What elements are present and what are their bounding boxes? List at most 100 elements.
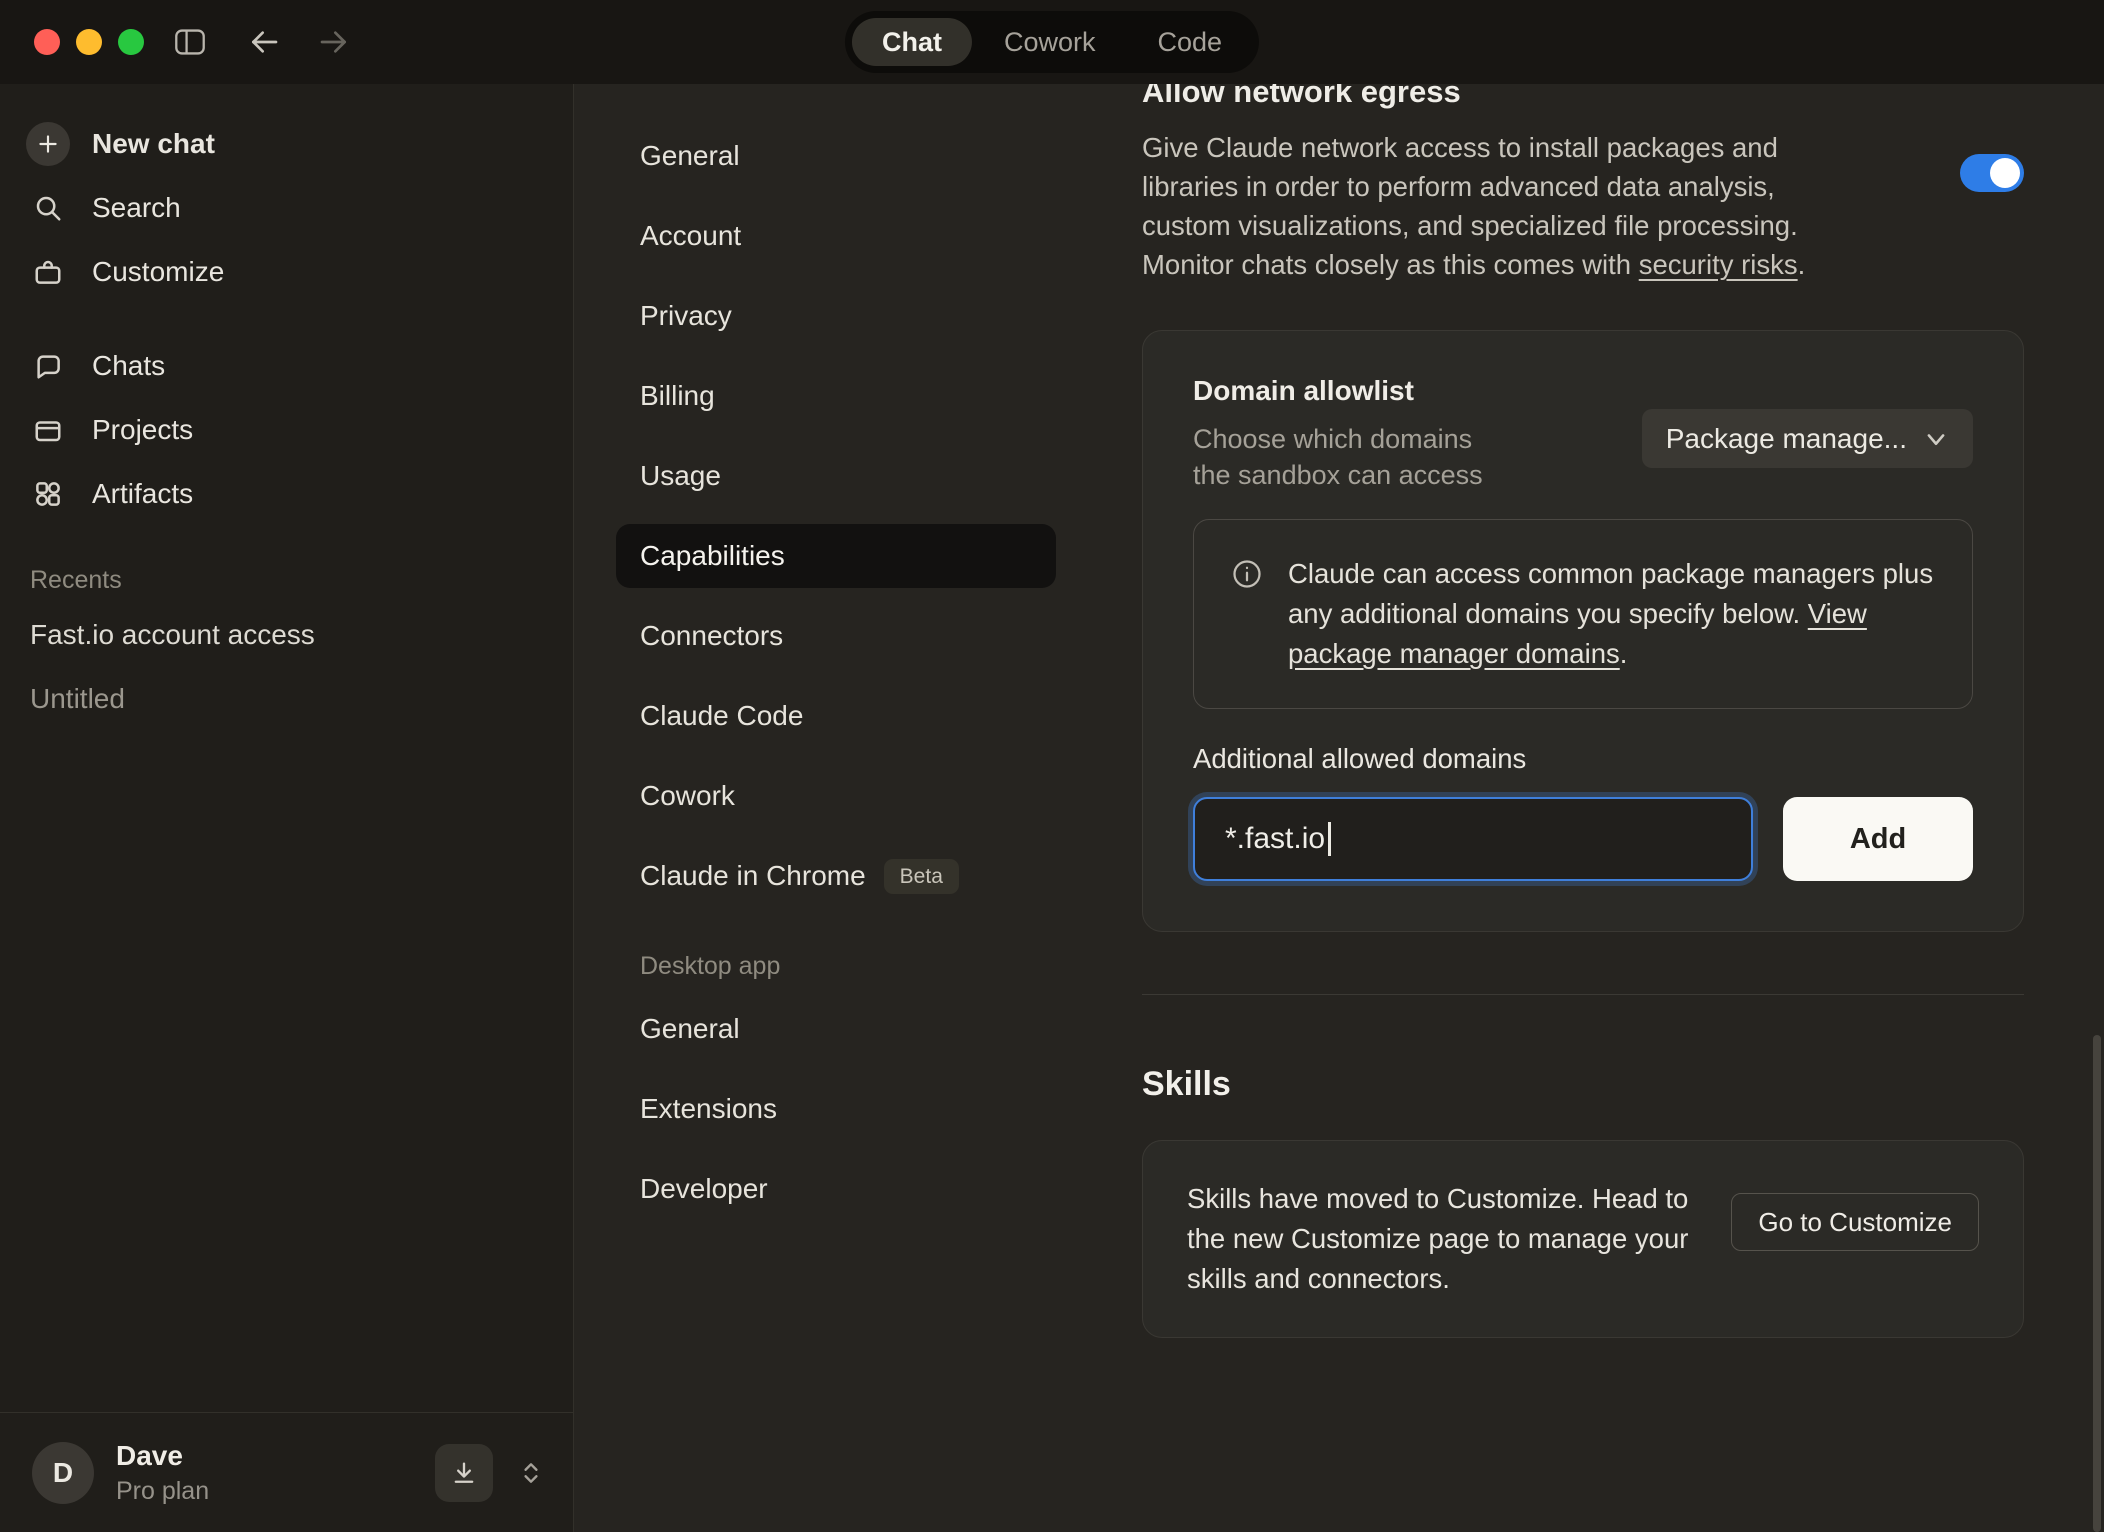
- account-name: Dave: [116, 1440, 209, 1472]
- sidebar-item-label: New chat: [92, 128, 215, 160]
- settings-nav-label: Claude Code: [640, 700, 803, 732]
- tab-cowork[interactable]: Cowork: [974, 18, 1126, 66]
- zoom-window-button[interactable]: [118, 29, 144, 55]
- settings-nav-label: Cowork: [640, 780, 735, 812]
- domain-allowlist-card: Domain allowlist Choose which domains th…: [1142, 330, 2024, 932]
- recent-chat-item[interactable]: Fast.io account access: [0, 603, 573, 667]
- settings-nav-capabilities[interactable]: Capabilities: [616, 524, 1056, 588]
- allowlist-preset-dropdown[interactable]: Package manage...: [1642, 409, 1973, 468]
- sidebar-item-search[interactable]: Search: [0, 176, 573, 240]
- account-footer[interactable]: D Dave Pro plan: [0, 1412, 573, 1532]
- egress-setting-row: Give Claude network access to install pa…: [1142, 128, 2024, 284]
- add-domain-row: *.fast.io Add: [1193, 797, 1973, 881]
- tab-code[interactable]: Code: [1127, 18, 1252, 66]
- back-arrow-icon[interactable]: [242, 22, 286, 62]
- settings-nav-label: Usage: [640, 460, 721, 492]
- settings-nav-general[interactable]: General: [616, 124, 1056, 188]
- minimize-window-button[interactable]: [76, 29, 102, 55]
- egress-description-suffix: .: [1798, 249, 1806, 280]
- download-button[interactable]: [435, 1444, 493, 1502]
- account-info: Dave Pro plan: [116, 1440, 209, 1506]
- sidebar-nav: New chat Search Customize Chats: [0, 84, 573, 731]
- network-egress-toggle[interactable]: [1960, 154, 2024, 192]
- sidebar-item-label: Search: [92, 192, 181, 224]
- settings-nav-usage[interactable]: Usage: [616, 444, 1056, 508]
- additional-domains-label: Additional allowed domains: [1193, 743, 1973, 775]
- add-domain-button[interactable]: Add: [1783, 797, 1973, 881]
- allowlist-header: Domain allowlist Choose which domains th…: [1193, 375, 1973, 493]
- sidebar-item-new-chat[interactable]: New chat: [0, 112, 573, 176]
- chevron-up-down-icon[interactable]: [515, 1456, 547, 1490]
- info-icon: [1232, 559, 1262, 674]
- domain-input-value: *.fast.io: [1225, 822, 1325, 856]
- sidebar-item-customize[interactable]: Customize: [0, 240, 573, 304]
- search-icon: [26, 193, 70, 223]
- tab-chat[interactable]: Chat: [852, 18, 972, 66]
- settings-nav-label: Connectors: [640, 620, 783, 652]
- settings-nav-claude-in-chrome[interactable]: Claude in Chrome Beta: [616, 844, 1056, 908]
- close-window-button[interactable]: [34, 29, 60, 55]
- settings-nav-label: Privacy: [640, 300, 732, 332]
- settings-nav-label: Extensions: [640, 1093, 777, 1125]
- recent-chat-item[interactable]: Untitled: [0, 667, 573, 731]
- egress-description: Give Claude network access to install pa…: [1142, 128, 1868, 284]
- mode-switcher: Chat Cowork Code: [845, 11, 1259, 73]
- chat-bubble-icon: [26, 351, 70, 381]
- settings-nav-label: General: [640, 140, 740, 172]
- scrollbar[interactable]: [2093, 1035, 2101, 1532]
- box-icon: [26, 415, 70, 445]
- chevron-down-icon: [1923, 426, 1949, 452]
- settings-nav: General Account Privacy Billing Usage Ca…: [616, 84, 1056, 1237]
- settings-content: Allow network egress Give Claude network…: [1142, 84, 2104, 1532]
- sidebar-item-label: Projects: [92, 414, 193, 446]
- settings-nav-label: Capabilities: [640, 540, 785, 572]
- go-to-customize-button[interactable]: Go to Customize: [1731, 1193, 1979, 1251]
- titlebar: Chat Cowork Code: [0, 0, 2104, 84]
- settings-nav-connectors[interactable]: Connectors: [616, 604, 1056, 668]
- security-risks-link[interactable]: security risks: [1639, 249, 1798, 280]
- bento-icon: [26, 479, 70, 509]
- avatar: D: [32, 1442, 94, 1504]
- plus-icon: [26, 122, 70, 166]
- section-divider: [1142, 994, 2024, 995]
- domain-allowlist-subtitle: Choose which domains the sandbox can acc…: [1193, 421, 1505, 493]
- settings-nav-label: Developer: [640, 1173, 768, 1205]
- settings-nav-label: Claude in Chrome: [640, 860, 866, 892]
- sidebar-item-label: Chats: [92, 350, 165, 382]
- skills-moved-text: Skills have moved to Customize. Head to …: [1187, 1179, 1731, 1299]
- domain-input[interactable]: *.fast.io: [1193, 797, 1753, 881]
- info-text-suffix: .: [1620, 638, 1628, 669]
- recent-chat-title: Fast.io account access: [30, 619, 315, 651]
- sidebar-toggle-icon[interactable]: [168, 22, 212, 62]
- window-controls: [34, 29, 144, 55]
- sidebar-item-label: Artifacts: [92, 478, 193, 510]
- settings-nav-claude-code[interactable]: Claude Code: [616, 684, 1056, 748]
- sidebar-item-label: Customize: [92, 256, 224, 288]
- settings-nav-extensions[interactable]: Extensions: [616, 1077, 1056, 1141]
- forward-arrow-icon[interactable]: [312, 22, 356, 62]
- briefcase-icon: [26, 257, 70, 287]
- settings-nav-cowork[interactable]: Cowork: [616, 764, 1056, 828]
- package-managers-info-text: Claude can access common package manager…: [1288, 554, 1934, 674]
- app-window: Chat Cowork Code New chat Search: [0, 0, 2104, 1532]
- settings-nav-desktop-general[interactable]: General: [616, 997, 1056, 1061]
- settings-nav-billing[interactable]: Billing: [616, 364, 1056, 428]
- settings-nav-developer[interactable]: Developer: [616, 1157, 1056, 1221]
- allow-network-egress-title: Allow network egress: [1142, 84, 2104, 110]
- skills-card: Skills have moved to Customize. Head to …: [1142, 1140, 2024, 1338]
- sidebar-item-chats[interactable]: Chats: [0, 334, 573, 398]
- recents-section-label: Recents: [0, 566, 573, 595]
- package-managers-info-box: Claude can access common package manager…: [1193, 519, 1973, 709]
- beta-badge: Beta: [884, 859, 959, 894]
- sidebar-item-projects[interactable]: Projects: [0, 398, 573, 462]
- domain-allowlist-title: Domain allowlist: [1193, 375, 1505, 407]
- skills-heading: Skills: [1142, 1065, 2104, 1104]
- settings-nav-section-label: Desktop app: [616, 952, 1056, 981]
- sidebar-item-artifacts[interactable]: Artifacts: [0, 462, 573, 526]
- sidebar: New chat Search Customize Chats: [0, 84, 574, 1532]
- account-plan: Pro plan: [116, 1477, 209, 1506]
- settings-nav-label: Account: [640, 220, 741, 252]
- settings-nav-privacy[interactable]: Privacy: [616, 284, 1056, 348]
- settings-nav-account[interactable]: Account: [616, 204, 1056, 268]
- settings-nav-label: General: [640, 1013, 740, 1045]
